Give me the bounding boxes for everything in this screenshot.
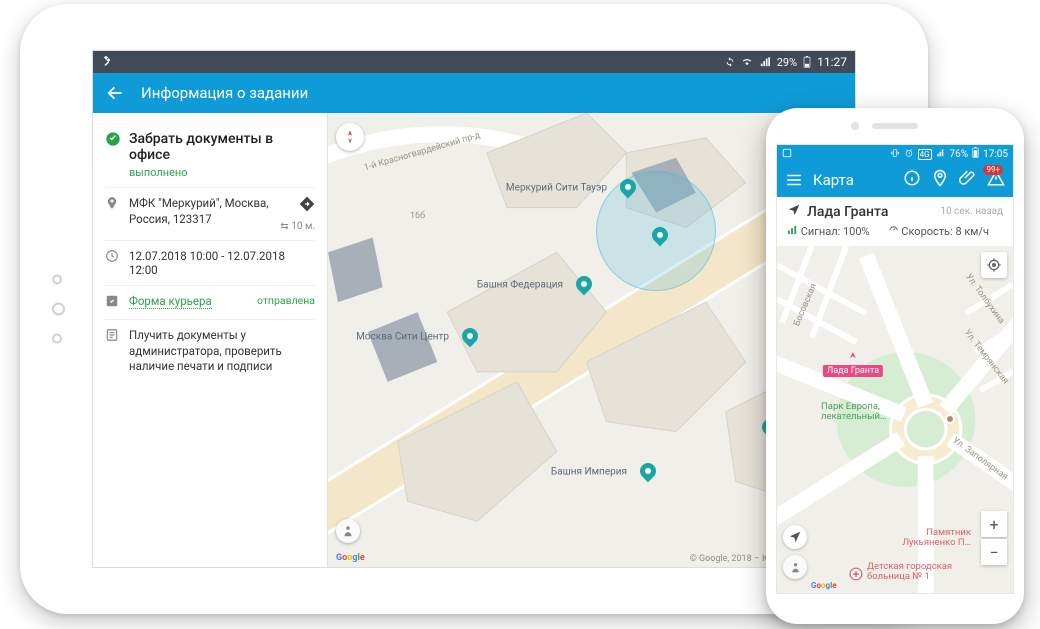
back-button[interactable] [105, 83, 125, 103]
poi-dot [945, 414, 955, 424]
tablet-app-bar: Информация о задании [93, 73, 855, 113]
appbar-title: Карта [813, 171, 854, 189]
poi-label-empire: Башня Империя [551, 467, 627, 478]
poi-pin[interactable] [462, 328, 478, 344]
phone-app-bar: Карта 99+ [777, 163, 1013, 197]
speed-value: 8 км/ч [955, 225, 989, 238]
phone-status-bar: 4G 76% 17:05 [777, 145, 1013, 163]
attach-button[interactable] [959, 169, 977, 191]
screenshot-icon [782, 148, 792, 161]
tablet-sensor-dots [52, 275, 65, 344]
streetview-button[interactable] [336, 519, 360, 543]
alerts-button[interactable]: 99+ [987, 169, 1005, 191]
clock-icon [105, 249, 121, 266]
poi-monument: ПамятникЛукьяненко П… [902, 528, 971, 549]
phone-screen: 4G 76% 17:05 Карта [776, 144, 1014, 594]
net-4g-icon: 4G [918, 149, 932, 160]
speed-label: Скорость: [901, 225, 952, 238]
signal-label: Сигнал: [801, 225, 840, 238]
poi-label-citycenter: Москва Сити Центр [356, 332, 449, 343]
phone-device-frame: 4G 76% 17:05 Карта [766, 108, 1024, 624]
speed-icon [888, 225, 902, 238]
menu-button[interactable] [785, 171, 803, 189]
clock-text: 11:27 [817, 55, 847, 69]
battery-percent: 29% [777, 56, 797, 69]
directions-icon[interactable] [299, 196, 315, 215]
building-number: 16б [410, 211, 425, 221]
vehicle-name: Лада Гранта [807, 204, 888, 220]
my-location-button[interactable] [981, 252, 1007, 278]
zoom-in-button[interactable]: + [981, 511, 1007, 537]
compass-button[interactable] [783, 525, 807, 549]
sync-icon [725, 57, 735, 67]
battery-icon [972, 147, 979, 161]
cell-signal-icon [936, 148, 946, 160]
vehicle-marker[interactable]: Лада Гранта [823, 351, 883, 377]
battery-icon [803, 56, 811, 68]
appbar-title: Информация о задании [141, 84, 308, 102]
location-pin-icon [105, 196, 121, 213]
vehicle-card: Лада Гранта 10 сек. назад Сигнал: 100% [777, 197, 1013, 246]
vehicle-marker-label: Лада Гранта [823, 365, 883, 377]
poi-hospital: Детская городскаябольница № 1 [867, 562, 952, 583]
poi-park: Парк Европа,лекательный… [821, 402, 886, 423]
navigation-icon [787, 203, 801, 220]
poi-pin[interactable] [640, 463, 656, 479]
form-status: отправлена [257, 294, 315, 307]
task-address: МФК "Меркурий", Москва, Россия, 123317 [129, 196, 272, 227]
task-title: Забрать документы в офисе [129, 131, 315, 163]
signal-bars-icon [787, 225, 801, 238]
vehicle-updated-ago: 10 сек. назад [940, 206, 1003, 217]
map-attribution: Google [336, 553, 365, 563]
tools-icon [101, 56, 113, 68]
signal-value: 100% [843, 225, 870, 238]
task-time-window: 12.07.2018 10:00 - 12.07.2018 12:00 [129, 249, 315, 277]
task-note: Плучить документы у администратора, пров… [129, 328, 315, 375]
task-details-panel: Забрать документы в офисе выполнено МФК … [93, 113, 328, 567]
note-icon [105, 328, 121, 345]
clock-text: 17:05 [983, 149, 1008, 160]
tablet-screen: 29% 11:27 Информация о задании За [92, 50, 856, 568]
alerts-badge: 99+ [983, 165, 1003, 175]
form-link[interactable]: Форма курьера [129, 294, 212, 309]
streetview-button[interactable] [783, 555, 807, 579]
task-status: выполнено [129, 166, 315, 179]
phone-map[interactable]: Лада Гранта Парк Европа,лекательный… Пам… [777, 246, 1013, 593]
zoom-out-button[interactable]: − [981, 539, 1007, 565]
task-distance: 10 м. [291, 221, 315, 232]
check-circle-icon [105, 131, 121, 150]
battery-percent: 76% [950, 149, 969, 160]
vibrate-icon [890, 148, 900, 161]
poi-pin[interactable] [576, 276, 592, 292]
checkbox-icon [105, 294, 121, 311]
poi-pin[interactable] [620, 179, 636, 195]
poi-label-federation: Башня Федерация [477, 280, 563, 291]
poi-label-mercury: Меркурий Сити Тауэр [506, 183, 607, 194]
cell-signal-icon [759, 57, 771, 67]
map-attribution: Google [811, 581, 837, 590]
compass-button[interactable] [336, 123, 364, 151]
hospital-icon [849, 566, 863, 585]
info-button[interactable] [903, 169, 921, 191]
alarm-icon [904, 148, 914, 161]
current-location-pin[interactable] [652, 227, 668, 243]
location-button[interactable] [931, 169, 949, 191]
tablet-status-bar: 29% 11:27 [93, 51, 855, 73]
wifi-icon [741, 57, 753, 67]
